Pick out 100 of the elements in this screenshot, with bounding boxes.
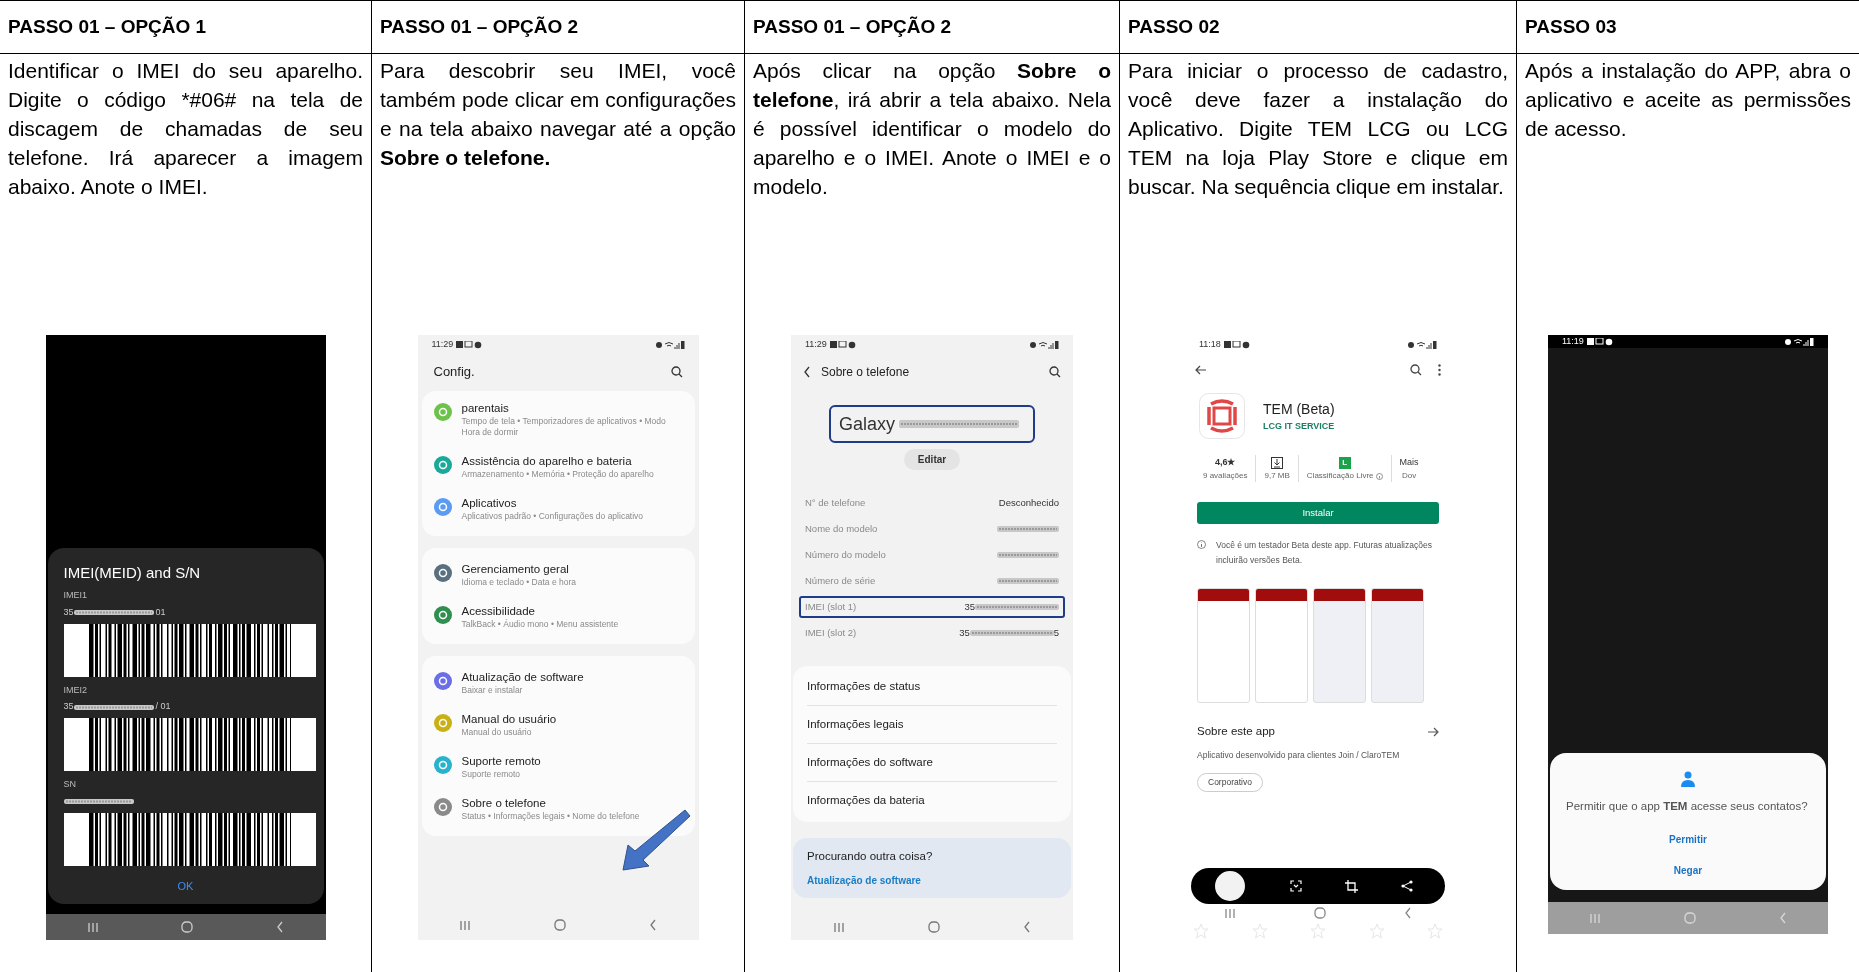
stat-label: Classificação Livre <box>1306 470 1374 482</box>
back-arrow-icon[interactable] <box>1195 365 1207 375</box>
back-icon[interactable] <box>803 366 811 378</box>
suggestion-link[interactable]: Atualização de software <box>807 873 1057 889</box>
dialog-button[interactable]: Permitir <box>1659 830 1717 849</box>
share-icon[interactable] <box>1401 880 1414 892</box>
step-description: Após clicar na opção Sobre o telefone, irá abrir a tela abaixo. Nela é possível identificar o modelo do aparelho e o IMEI. Anote o IMEI e o modelo. <box>752 58 1112 200</box>
recent-apps-icon[interactable] <box>459 919 471 931</box>
settings-item-subtitle: TalkBack • Áudio mono • Menu assistente <box>461 619 619 630</box>
settings-item-title: Acessibilidade <box>461 604 536 619</box>
screenshot-placeholder[interactable] <box>1371 588 1424 703</box>
status-time: 11:19 <box>1562 335 1584 348</box>
dialog-button[interactable]: Negar <box>1663 861 1713 880</box>
download-icon <box>1271 456 1284 469</box>
settings-item[interactable]: parentais Tempo de tela • Temporizadores de aplicativos • Modo Hora de dormir <box>421 393 695 446</box>
menu-item[interactable]: Informações de status <box>807 668 1057 706</box>
field-label: IMEI2 <box>63 683 88 697</box>
search-icon[interactable] <box>670 366 683 378</box>
imei-value: 35 <box>63 700 74 714</box>
home-icon[interactable] <box>554 919 566 931</box>
settings-item-subtitle: Baixar e instalar <box>461 685 524 696</box>
ok-button[interactable]: OK <box>167 875 204 896</box>
app-description: Aplicativo desenvolvido para clientes Join / ClaroTEM <box>1196 749 1401 763</box>
beta-notice: Você é um testador Beta deste app. Futuras atualizações incluirão versões Beta. <box>1216 539 1433 567</box>
settings-item-title: Aplicativos <box>461 496 518 511</box>
menu-item[interactable]: Informações do software <box>807 744 1057 782</box>
search-icon[interactable] <box>1049 366 1061 378</box>
settings-item[interactable]: Sobre o telefone Status • Informações legais • Nome do telefone <box>421 788 695 830</box>
settings-item-title: Sobre o telefone <box>461 796 547 811</box>
settings-item[interactable]: Acessibilidade TalkBack • Áudio mono • Menu assistente <box>421 596 695 638</box>
settings-item[interactable]: Suporte remoto Suporte remoto <box>421 746 695 788</box>
info-label: Número do modelo <box>805 547 886 562</box>
settings-item[interactable]: Atualização de software Baixar e instalar <box>421 662 695 704</box>
step-description: Para descobrir seu IMEI, você também pode clicar em configurações e na tela abaixo navegar até a opção Sobre o telefone. <box>379 58 737 171</box>
home-icon[interactable] <box>928 921 940 933</box>
info-value: 5 <box>1053 625 1059 640</box>
settings-item-subtitle: Armazenamento • Memória • Proteção do aparelho <box>461 469 654 480</box>
device-name-field[interactable]: Galaxy <box>829 405 1035 443</box>
info-icon <box>1375 472 1383 480</box>
search-icon[interactable] <box>1410 364 1422 376</box>
settings-item-subtitle: Tempo de tela • Temporizadores de aplicativos • Modo Hora de dormir <box>461 416 667 438</box>
settings-item-title: Manual do usuário <box>461 712 557 727</box>
rating-value: 4,6★ <box>1215 455 1236 469</box>
settings-item-subtitle: Manual do usuário <box>461 727 533 738</box>
stat-label: 9,7 MB <box>1264 470 1290 482</box>
settings-item-title: Atualização de software <box>461 670 584 685</box>
home-icon[interactable] <box>181 921 194 933</box>
info-icon <box>1197 540 1206 549</box>
field-label: IMEI1 <box>63 589 88 602</box>
screenshot-placeholder[interactable] <box>1197 588 1250 703</box>
app-name: TEM (Beta) <box>1263 399 1335 419</box>
star-icon <box>1427 923 1443 939</box>
home-icon[interactable] <box>1314 907 1326 919</box>
stat-label: Dov <box>1401 470 1417 482</box>
step-description: Identificar o IMEI do seu aparelho. Digite o código *#06# na tela de discagem de chamadas de seu telefone. Irá aparecer a imagem abaixo. Anote o IMEI. <box>7 58 364 200</box>
star-icon <box>1310 923 1326 939</box>
menu-item[interactable]: Informações da bateria <box>807 782 1057 820</box>
settings-item[interactable]: Manual do usuário Manual do usuário <box>421 704 695 746</box>
column-heading: PASSO 01 – OPÇÃO 1 <box>0 1 371 54</box>
recent-apps-icon[interactable] <box>832 921 845 933</box>
system-status-icons-drawing <box>1029 341 1059 349</box>
blurred-redaction <box>63 798 134 805</box>
column-heading: PASSO 01 – OPÇÃO 2 <box>745 1 1119 54</box>
edit-button[interactable]: Editar <box>903 449 961 470</box>
settings-item[interactable]: Gerenciamento geral Idioma e teclado • Data e hora <box>421 554 695 596</box>
menu-item[interactable]: Informações legais <box>807 706 1057 744</box>
screen-title: Sobre o telefone <box>821 364 911 381</box>
status-time: 11:29 <box>805 338 827 352</box>
settings-item-title: parentais <box>461 401 510 416</box>
settings-item[interactable]: Aplicativos Aplicativos padrão • Configurações do aplicativo <box>421 488 695 530</box>
field-label: SN <box>63 778 77 791</box>
star-icon <box>1368 923 1385 939</box>
column-heading: PASSO 01 – OPÇÃO 2 <box>372 1 744 54</box>
settings-item-subtitle: Idioma e teclado • Data e hora <box>461 577 576 588</box>
recent-apps-icon[interactable] <box>86 921 99 933</box>
settings-item-subtitle: Status • Informações legais • Nome do telefone <box>461 811 640 822</box>
scroll-capture-icon[interactable] <box>1289 880 1302 892</box>
star-rating[interactable] <box>1193 923 1443 939</box>
info-value: Desconhecido <box>998 495 1059 510</box>
imei-value: / 01 <box>155 700 171 714</box>
crop-icon[interactable] <box>1345 879 1359 893</box>
suggestion-title: Procurando outra coisa? <box>807 849 934 864</box>
person-icon <box>1681 771 1695 787</box>
screenshot-placeholder[interactable] <box>1313 588 1366 703</box>
settings-item-title: Suporte remoto <box>461 754 541 769</box>
app-logo-icon <box>1199 393 1245 439</box>
developer-name[interactable]: LCG IT SERVICE <box>1263 419 1335 434</box>
star-icon <box>1251 923 1268 939</box>
screenshot-placeholder[interactable] <box>1255 588 1308 703</box>
content-rating-badge: L <box>1338 456 1351 469</box>
step-description: Após a instalação do APP, abra o aplicativo e aceite as permissões de acesso. <box>1524 58 1852 142</box>
info-label: IMEI (slot 2) <box>805 625 857 640</box>
column-heading: PASSO 02 <box>1120 1 1516 54</box>
settings-item[interactable]: Assistência do aparelho e bateria Armazenamento • Memória • Proteção do aparelho <box>421 446 695 488</box>
info-value: 35 <box>959 625 970 640</box>
install-button[interactable]: Instalar <box>1197 502 1439 524</box>
forward-arrow-icon <box>1427 726 1439 737</box>
permission-message: Permitir que o app TEM acesse seus contatos? <box>1566 799 1809 814</box>
more-options-icon[interactable] <box>1438 364 1441 376</box>
imei-value: 01 <box>155 605 166 619</box>
